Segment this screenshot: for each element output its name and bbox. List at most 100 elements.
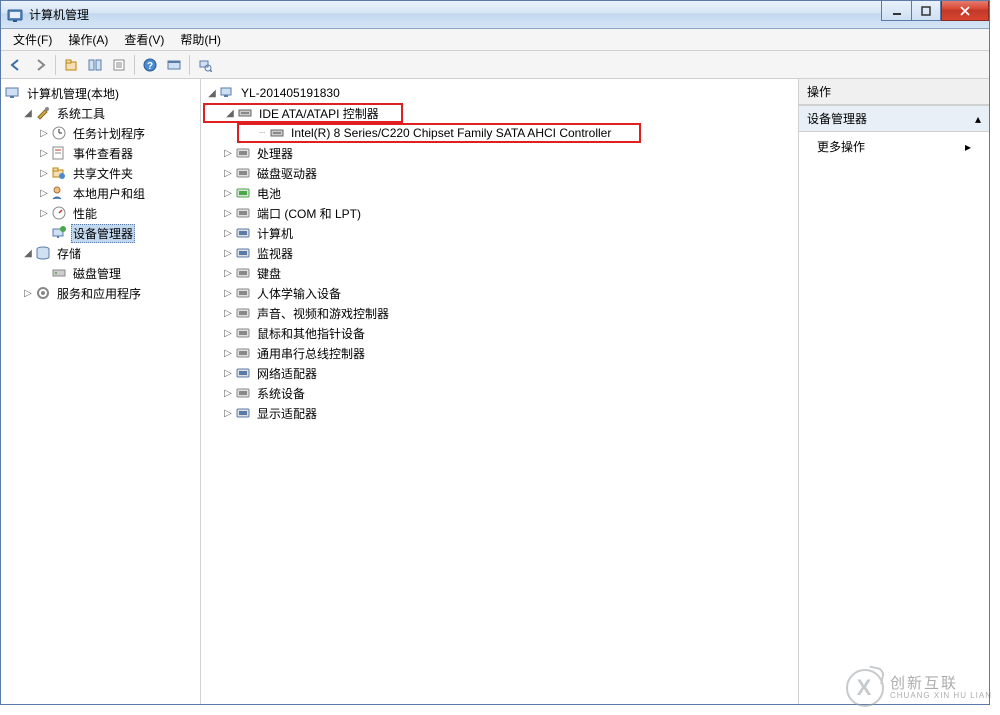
device-category-icon <box>235 285 251 301</box>
event-icon <box>51 145 67 161</box>
expand-icon[interactable]: ▷ <box>37 208 51 219</box>
minimize-button[interactable] <box>881 1 911 21</box>
expand-icon[interactable]: ▷ <box>221 188 235 199</box>
actions-section-title[interactable]: 设备管理器 ▴ <box>799 105 989 132</box>
menu-action[interactable]: 操作(A) <box>60 31 116 48</box>
device-category-icon <box>235 205 251 221</box>
window-title: 计算机管理 <box>29 6 89 23</box>
tree-item-event-viewer[interactable]: ▷事件查看器 <box>3 143 198 163</box>
expand-icon[interactable]: ▷ <box>37 148 51 159</box>
expand-icon[interactable]: ▷ <box>221 328 235 339</box>
tree-item-task-scheduler[interactable]: ▷任务计划程序 <box>3 123 198 143</box>
maximize-button[interactable] <box>911 1 941 21</box>
tree-group-services[interactable]: ▷ 服务和应用程序 <box>3 283 198 303</box>
collapse-icon[interactable]: ◢ <box>21 108 35 119</box>
toolbar-separator <box>134 55 135 75</box>
controller-icon <box>269 125 285 141</box>
collapse-triangle-icon: ▴ <box>975 112 981 126</box>
watermark-logo-icon: X <box>846 669 884 707</box>
expand-icon[interactable]: ▷ <box>221 348 235 359</box>
device-category[interactable]: ▷鼠标和其他指针设备 <box>203 323 796 343</box>
device-category[interactable]: ▷端口 (COM 和 LPT) <box>203 203 796 223</box>
chevron-right-icon: ▸ <box>965 140 971 154</box>
toolbar-separator <box>189 55 190 75</box>
app-window: 计算机管理 文件(F) 操作(A) 查看(V) 帮助(H) ? 计算 <box>0 0 990 705</box>
expand-icon[interactable]: ▷ <box>221 148 235 159</box>
expand-icon[interactable]: ▷ <box>37 188 51 199</box>
tree-root-label: 计算机管理(本地) <box>25 85 121 102</box>
device-category[interactable]: ▷声音、视频和游戏控制器 <box>203 303 796 323</box>
tree-item-shared-folders[interactable]: ▷共享文件夹 <box>3 163 198 183</box>
device-category-icon <box>235 305 251 321</box>
svg-text:?: ? <box>147 61 153 72</box>
tree-item-local-users[interactable]: ▷本地用户和组 <box>3 183 198 203</box>
device-category[interactable]: ▷监视器 <box>203 243 796 263</box>
console-view-button[interactable] <box>163 54 185 76</box>
collapse-icon[interactable]: ◢ <box>205 88 219 99</box>
scan-button[interactable] <box>194 54 216 76</box>
device-category-icon <box>235 185 251 201</box>
collapse-icon[interactable]: ◢ <box>223 108 237 119</box>
up-button[interactable] <box>60 54 82 76</box>
controller-icon <box>237 105 253 121</box>
tree-item-performance[interactable]: ▷性能 <box>3 203 198 223</box>
group-label: 系统工具 <box>55 105 107 122</box>
window-controls <box>881 1 989 21</box>
menu-help[interactable]: 帮助(H) <box>172 31 229 48</box>
tree-group-storage[interactable]: ◢ 存储 <box>3 243 198 263</box>
expand-icon[interactable]: ▷ <box>221 208 235 219</box>
left-tree-pane: 计算机管理(本地) ◢ 系统工具 ▷任务计划程序 ▷事件查看器 ▷共享文件夹 ▷… <box>1 79 201 704</box>
expand-icon[interactable]: ▷ <box>221 408 235 419</box>
device-icon <box>51 225 67 241</box>
expand-icon[interactable]: ▷ <box>37 128 51 139</box>
device-category[interactable]: ▷显示适配器 <box>203 403 796 423</box>
expand-icon[interactable]: ▷ <box>221 308 235 319</box>
device-category[interactable]: ▷系统设备 <box>203 383 796 403</box>
tree-item-disk-mgmt[interactable]: ▷磁盘管理 <box>3 263 198 283</box>
tree-group-system-tools[interactable]: ◢ 系统工具 <box>3 103 198 123</box>
category-ide-ata[interactable]: ◢ IDE ATA/ATAPI 控制器 <box>203 103 403 123</box>
expand-icon[interactable]: ▷ <box>221 288 235 299</box>
toolbar: ? <box>1 51 989 79</box>
device-category-icon <box>235 345 251 361</box>
expand-icon[interactable]: ▷ <box>221 388 235 399</box>
collapse-icon[interactable]: ◢ <box>21 248 35 259</box>
expand-icon[interactable]: ▷ <box>221 368 235 379</box>
storage-icon <box>35 245 51 261</box>
share-icon <box>51 165 67 181</box>
expand-icon[interactable]: ▷ <box>21 288 35 299</box>
tree-root[interactable]: 计算机管理(本地) <box>3 83 198 103</box>
device-category-icon <box>235 365 251 381</box>
expand-icon[interactable]: ▷ <box>221 248 235 259</box>
forward-button[interactable] <box>29 54 51 76</box>
tree-item-device-manager[interactable]: ▷设备管理器 <box>3 223 198 243</box>
expand-icon[interactable]: ▷ <box>221 228 235 239</box>
services-icon <box>35 285 51 301</box>
device-root[interactable]: ◢ YL-201405191830 <box>203 83 796 103</box>
show-hide-console-button[interactable] <box>84 54 106 76</box>
expand-icon[interactable]: ▷ <box>37 168 51 179</box>
help-button[interactable]: ? <box>139 54 161 76</box>
menu-file[interactable]: 文件(F) <box>5 31 60 48</box>
content-area: 计算机管理(本地) ◢ 系统工具 ▷任务计划程序 ▷事件查看器 ▷共享文件夹 ▷… <box>1 79 989 704</box>
device-category[interactable]: ▷处理器 <box>203 143 796 163</box>
device-category-icon <box>235 245 251 261</box>
expand-icon[interactable]: ▷ <box>221 168 235 179</box>
close-button[interactable] <box>941 1 989 21</box>
device-category[interactable]: ▷电池 <box>203 183 796 203</box>
expand-icon[interactable]: ▷ <box>221 268 235 279</box>
device-category-icon <box>235 165 251 181</box>
toolbar-separator <box>55 55 56 75</box>
properties-button[interactable] <box>108 54 130 76</box>
device-category[interactable]: ▷磁盘驱动器 <box>203 163 796 183</box>
device-category[interactable]: ▷通用串行总线控制器 <box>203 343 796 363</box>
device-category[interactable]: ▷人体学输入设备 <box>203 283 796 303</box>
device-category[interactable]: ▷键盘 <box>203 263 796 283</box>
device-category[interactable]: ▷计算机 <box>203 223 796 243</box>
action-more[interactable]: 更多操作 ▸ <box>799 132 989 161</box>
back-button[interactable] <box>5 54 27 76</box>
menu-view[interactable]: 查看(V) <box>116 31 172 48</box>
device-sata-controller[interactable]: ┈ Intel(R) 8 Series/C220 Chipset Family … <box>237 123 641 143</box>
device-category[interactable]: ▷网络适配器 <box>203 363 796 383</box>
app-icon <box>7 7 23 23</box>
